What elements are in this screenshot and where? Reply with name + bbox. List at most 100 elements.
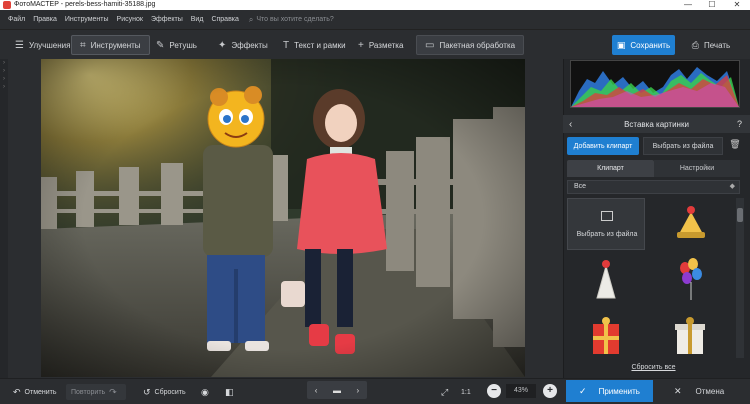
tab-enhancements[interactable]: ☰ Улучшения <box>7 35 78 55</box>
clipart-party-hat[interactable] <box>567 254 645 306</box>
clipart-gift-white[interactable] <box>651 310 729 362</box>
save-button-label: Сохранить <box>630 40 671 50</box>
histogram <box>570 60 740 108</box>
undo-button-label: Отменить <box>24 388 57 396</box>
tab-text-frames[interactable]: T Текст и рамки <box>275 35 354 55</box>
category-select[interactable]: Все ◆ <box>567 180 740 194</box>
choose-file-tile[interactable]: Выбрать из файла <box>567 198 645 250</box>
actual-size-button[interactable]: 1:1 <box>456 384 476 400</box>
batch-processing-button[interactable]: ▭ Пакетная обработка <box>416 35 525 55</box>
clipart-scrollbar[interactable] <box>736 198 744 358</box>
tab-retouch-label: Ретушь <box>169 40 197 50</box>
reset-icon: ↺ <box>143 386 151 397</box>
clipart-scrollbar-thumb[interactable] <box>737 208 743 222</box>
zoom-in-icon[interactable]: + <box>543 384 557 398</box>
apply-button[interactable]: ✓ Применить <box>566 380 653 402</box>
clipart-party-horn[interactable] <box>651 198 729 250</box>
redo-icon: ↷ <box>109 386 117 397</box>
tab-enhancements-label: Улучшения <box>28 40 71 50</box>
magic-wand-icon: ✦ <box>218 39 227 51</box>
tab-markup-label: Разметка <box>368 40 404 50</box>
back-arrow-icon[interactable]: ‹ <box>569 119 572 130</box>
clipart-grid: Выбрать из файла <box>567 198 733 360</box>
choose-from-file-button[interactable]: Выбрать из файла <box>643 137 723 155</box>
brush-icon: ✎ <box>156 39 165 51</box>
minimize-button[interactable]: — <box>676 0 700 10</box>
category-select-value: Все <box>574 183 587 190</box>
clipart-balloons[interactable] <box>651 254 729 306</box>
chevron-right-icon: › <box>3 68 5 74</box>
checkmark-icon: ✓ <box>579 385 587 396</box>
reset-all-link[interactable]: Сбросить все <box>567 364 740 371</box>
window-title: ФотоМАСТЕР - perels-bess-hamiti-35188.jp… <box>14 1 156 8</box>
image-file-icon <box>601 211 613 221</box>
chevron-right-icon: › <box>3 60 5 66</box>
zoom-out-icon[interactable]: − <box>487 384 501 398</box>
chevron-right-icon: › <box>3 84 5 90</box>
tab-effects-label: Эффекты <box>231 40 268 50</box>
app-logo-icon <box>3 1 11 9</box>
print-button-label: Печать <box>703 40 731 50</box>
panel-title: Вставка картинки <box>624 119 689 129</box>
crop-icon: ⌗ <box>80 39 86 51</box>
tab-effects[interactable]: ✦ Эффекты <box>210 35 276 55</box>
compare-icon[interactable]: ◧ <box>216 384 243 400</box>
panel-header: ‹ Вставка картинки ? <box>563 115 750 133</box>
gift-box-white-icon <box>675 317 705 354</box>
folder-icon[interactable]: ▬ <box>333 386 341 395</box>
menu-file[interactable]: Файл <box>4 16 29 23</box>
add-clipart-button[interactable]: Добавить клипарт <box>567 137 639 155</box>
photo-canvas[interactable] <box>41 59 525 377</box>
left-collapse-strip[interactable]: › › › › <box>0 59 8 378</box>
batch-icon: ▭ <box>425 39 435 51</box>
undo-button[interactable]: ↶ Отменить <box>4 384 62 400</box>
menu-image[interactable]: Рисунок <box>113 16 147 23</box>
tab-clipart[interactable]: Клипарт <box>567 160 654 177</box>
reset-button[interactable]: ↺ Сбросить <box>134 384 191 400</box>
eye-icon[interactable]: ◉ <box>192 384 218 400</box>
cancel-button[interactable]: ✕ Отмена <box>660 380 740 402</box>
text-icon: T <box>283 39 290 51</box>
maximize-button[interactable]: ☐ <box>700 0 724 10</box>
sliders-icon: ☰ <box>15 39 24 51</box>
fit-screen-icon[interactable]: ⤢ <box>432 384 457 400</box>
menu-edit[interactable]: Правка <box>29 16 61 23</box>
party-hat-icon <box>596 260 616 299</box>
image-navigation: ‹ ▬ › <box>307 381 367 399</box>
help-icon[interactable]: ? <box>737 119 742 129</box>
trash-icon[interactable]: 🗑 <box>728 139 742 153</box>
menu-bar: Файл Правка Инструменты Рисунок Эффекты … <box>0 10 750 30</box>
batch-processing-label: Пакетная обработка <box>439 40 516 50</box>
tab-tools[interactable]: ⌗ Инструменты <box>71 35 150 55</box>
tab-retouch[interactable]: ✎ Ретушь <box>148 35 205 55</box>
actual-size-label: 1:1 <box>461 388 471 396</box>
redo-button[interactable]: Повторить ↷ <box>66 384 126 400</box>
zoom-level[interactable]: 43% <box>506 384 536 398</box>
menu-help[interactable]: Справка <box>207 16 242 23</box>
menu-effects[interactable]: Эффекты <box>147 16 187 23</box>
plus-icon: + <box>358 39 364 51</box>
menu-search[interactable]: ⌕ Что вы хотите сделать? <box>249 15 334 25</box>
tab-tools-label: Инструменты <box>90 40 141 50</box>
close-window-button[interactable]: ✕ <box>725 0 749 10</box>
search-placeholder: Что вы хотите сделать? <box>256 16 334 23</box>
tab-text-frames-label: Текст и рамки <box>294 40 346 50</box>
menu-tools[interactable]: Инструменты <box>61 16 113 23</box>
party-horn-icon <box>677 206 705 238</box>
clipart-gift-red[interactable] <box>567 310 645 362</box>
tab-settings[interactable]: Настройки <box>654 160 740 177</box>
photo-image <box>41 59 525 377</box>
title-bar: ФотоМАСТЕР - perels-bess-hamiti-35188.jp… <box>0 0 750 10</box>
apply-button-label: Применить <box>598 386 640 396</box>
printer-icon: ⎙ <box>691 39 699 50</box>
close-icon: ✕ <box>674 385 682 396</box>
menu-view[interactable]: Вид <box>187 16 208 23</box>
undo-icon: ↶ <box>13 386 21 397</box>
gift-box-red-icon <box>593 317 619 354</box>
print-button[interactable]: ⎙ Печать <box>680 35 742 55</box>
tab-markup[interactable]: + Разметка <box>350 35 411 55</box>
save-button[interactable]: ▣ Сохранить <box>612 35 675 55</box>
previous-image-icon[interactable]: ‹ <box>315 386 318 395</box>
cancel-button-label: Отмена <box>695 386 725 396</box>
next-image-icon[interactable]: › <box>357 386 360 395</box>
